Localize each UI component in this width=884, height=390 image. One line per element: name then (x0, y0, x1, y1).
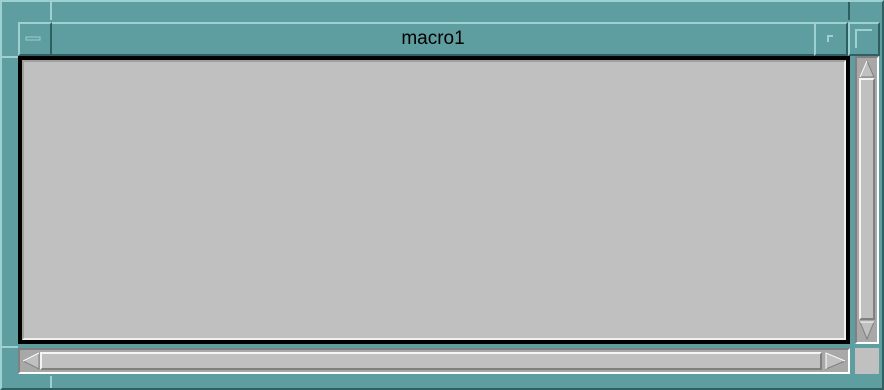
scroll-right-button[interactable] (824, 352, 846, 370)
frame-notch-left-bottom (2, 346, 18, 348)
scroll-left-arrow-icon (22, 352, 40, 370)
minimize-icon (827, 35, 833, 42)
frame-notch-top-left (50, 2, 52, 20)
scroll-up-arrow-icon (859, 60, 875, 78)
scroll-right-arrow-icon (825, 352, 846, 370)
scroll-down-button[interactable] (859, 320, 875, 340)
window-menu-button[interactable] (18, 22, 52, 56)
drawing-area[interactable] (22, 60, 846, 340)
horizontal-scroll-thumb[interactable] (40, 352, 822, 370)
scroll-left-button[interactable] (22, 352, 40, 370)
frame-notch-top-right (848, 2, 850, 20)
maximize-button[interactable] (848, 22, 880, 56)
window-menu-icon (25, 36, 41, 41)
scroll-down-arrow-icon (859, 321, 875, 340)
minimize-button[interactable] (814, 22, 848, 56)
scrollbar-corner (855, 348, 879, 374)
vertical-scroll-thumb[interactable] (859, 78, 875, 320)
window-title: macro1 (401, 28, 465, 49)
maximize-icon (855, 29, 872, 48)
scroll-up-button[interactable] (859, 60, 875, 78)
frame-notch-left-top (2, 56, 18, 58)
frame-notch-bottom-left (50, 376, 52, 388)
